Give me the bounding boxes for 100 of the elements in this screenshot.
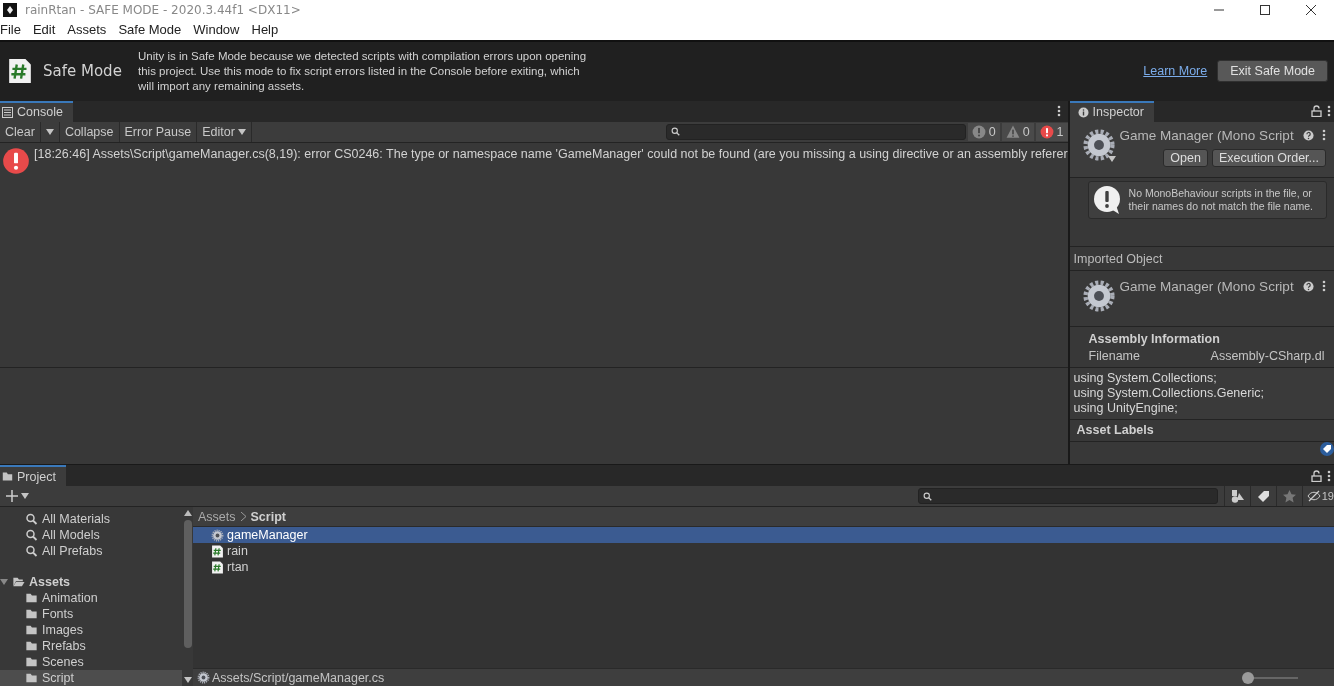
search-icon [25, 545, 38, 557]
inspector-button[interactable]: Open [1163, 148, 1208, 167]
folder-icon [25, 624, 38, 636]
code-line: using System.Collections; [1073, 370, 1218, 386]
slider-thumb[interactable] [1242, 671, 1254, 684]
script-file-icon [211, 544, 224, 558]
open-folder-icon [12, 576, 25, 588]
folder-icon [25, 640, 38, 652]
asset-item[interactable]: rtan [193, 559, 1334, 575]
toolbar-button[interactable]: Collapse [59, 121, 120, 142]
menu-item[interactable]: Window [193, 22, 246, 38]
console-search-field[interactable] [665, 123, 966, 140]
lock-icon[interactable] [1311, 105, 1322, 118]
caret-icon [21, 493, 29, 499]
search-icon [670, 127, 680, 137]
learn-more-link[interactable]: Learn More [1143, 64, 1208, 79]
favorite-item[interactable]: All Prefabs [0, 543, 182, 559]
more-icon[interactable] [1056, 105, 1061, 118]
chevron-icon [239, 512, 247, 521]
folder-icon [25, 656, 38, 668]
tag-icon[interactable] [1320, 442, 1334, 456]
tree-item[interactable]: Animation [0, 590, 182, 606]
object-title: Game Manager (Mono Script [1118, 278, 1295, 294]
gear-icon [1081, 127, 1116, 162]
breadcrumb-item[interactable]: Script [250, 509, 286, 524]
folder-icon [2, 471, 13, 482]
tag-icon[interactable] [1256, 489, 1270, 503]
log-filter-toggle[interactable]: 0 [1001, 122, 1034, 141]
scrollbar-thumb[interactable] [183, 520, 192, 648]
console-tab[interactable]: Console [0, 100, 73, 122]
banner-message: Unity is in Safe Mode because we detected scripts with compilation errors upon opening this project. Use this mode to fix script errors listed in the Console before exiting, which will import any remaining assets. [138, 48, 588, 94]
scroll-up-icon[interactable] [183, 510, 192, 516]
tree-item[interactable]: Scenes [0, 654, 182, 670]
info-icon [971, 124, 986, 139]
field-value: Assembly-CSharp.dl [1210, 348, 1325, 363]
eye-slash-icon [1306, 490, 1321, 502]
star-icon[interactable] [1282, 489, 1296, 503]
warning-icon [1005, 124, 1020, 139]
log-message[interactable]: [18:26:46] Assets\Script\gameManager.cs(8,19): error CS0246: The type or namespace name 'GameManager' could not be found (are you missing a using directive or an assembly referer [34, 146, 1068, 161]
gear-icon [211, 528, 224, 542]
menu-item[interactable]: Edit [32, 22, 62, 38]
scroll-down-icon[interactable] [183, 677, 192, 683]
breadcrumb-item[interactable]: Assets [198, 509, 236, 524]
favorite-item[interactable]: All Models [0, 527, 182, 543]
shapes-icon[interactable] [1230, 489, 1244, 503]
menu-item[interactable]: Assets [67, 22, 113, 38]
code-line: using System.Collections.Generic; [1073, 385, 1265, 401]
more-icon[interactable] [1322, 280, 1326, 293]
folder-icon [25, 672, 38, 684]
menu-item[interactable]: Help [251, 22, 285, 38]
section-title: Assembly Information [1087, 330, 1221, 346]
caret-icon[interactable] [1107, 155, 1116, 162]
hidden-packages-toggle[interactable]: 19 [1301, 486, 1334, 506]
exit-safe-mode-button[interactable]: Exit Safe Mode [1217, 60, 1328, 83]
tree-item[interactable]: Fonts [0, 606, 182, 622]
caret-icon [45, 128, 54, 135]
project-search-field[interactable] [917, 488, 1218, 504]
gear-icon [1081, 278, 1116, 313]
help-message: No MonoBehaviour scripts in the file, or their names do not match the file name. [1128, 186, 1314, 213]
gear-icon [197, 671, 210, 684]
maximize-icon[interactable] [1260, 4, 1270, 15]
more-icon[interactable] [1327, 469, 1331, 482]
window-title: rainRtan - SAFE MODE - 2020.3.44f1 <DX11> [25, 2, 302, 17]
plus-icon [6, 490, 18, 502]
editor-dropdown[interactable]: Editor [197, 121, 252, 142]
list-icon [2, 106, 13, 118]
script-file-icon [7, 57, 33, 86]
toolbar-button[interactable]: Error Pause [119, 121, 198, 142]
menu-item[interactable]: Safe Mode [118, 22, 188, 38]
close-icon[interactable] [1306, 4, 1316, 15]
expanded-arrow-icon[interactable] [0, 578, 8, 586]
file-path: Assets/Script/gameManager.cs [212, 670, 385, 685]
exclamation-bubble-icon [1092, 184, 1123, 215]
help-icon[interactable] [1303, 129, 1314, 141]
section-label: Imported Object [1069, 246, 1334, 271]
code-line: using UnityEngine; [1073, 400, 1179, 416]
tree-item[interactable]: Images [0, 622, 182, 638]
menu-item[interactable]: File [0, 22, 27, 38]
log-filter-toggle[interactable]: 1 [1035, 122, 1068, 141]
caret-icon [237, 128, 246, 135]
asset-item[interactable]: gameManager [193, 527, 1334, 543]
app-icon [3, 2, 17, 17]
help-icon[interactable] [1303, 280, 1314, 292]
more-icon[interactable] [1327, 105, 1331, 118]
folder-icon [25, 608, 38, 620]
tree-item[interactable]: Rrefabs [0, 638, 182, 654]
lock-icon[interactable] [1311, 469, 1322, 482]
inspector-button[interactable]: Execution Order... [1211, 148, 1326, 167]
search-icon [25, 513, 38, 525]
info-icon [1077, 106, 1089, 118]
more-icon[interactable] [1322, 129, 1326, 142]
error-icon [1039, 124, 1054, 139]
log-filter-toggle[interactable]: 0 [967, 122, 1000, 141]
asset-item[interactable]: rain [193, 543, 1334, 559]
tree-item[interactable]: Script [0, 670, 182, 686]
project-tab[interactable]: Project [0, 465, 66, 486]
inspector-tab[interactable]: Inspector [1069, 100, 1154, 122]
toolbar-button[interactable]: Clear [0, 121, 41, 142]
tree-item[interactable]: Assets [0, 574, 182, 590]
favorite-item[interactable]: All Materials [0, 511, 182, 527]
